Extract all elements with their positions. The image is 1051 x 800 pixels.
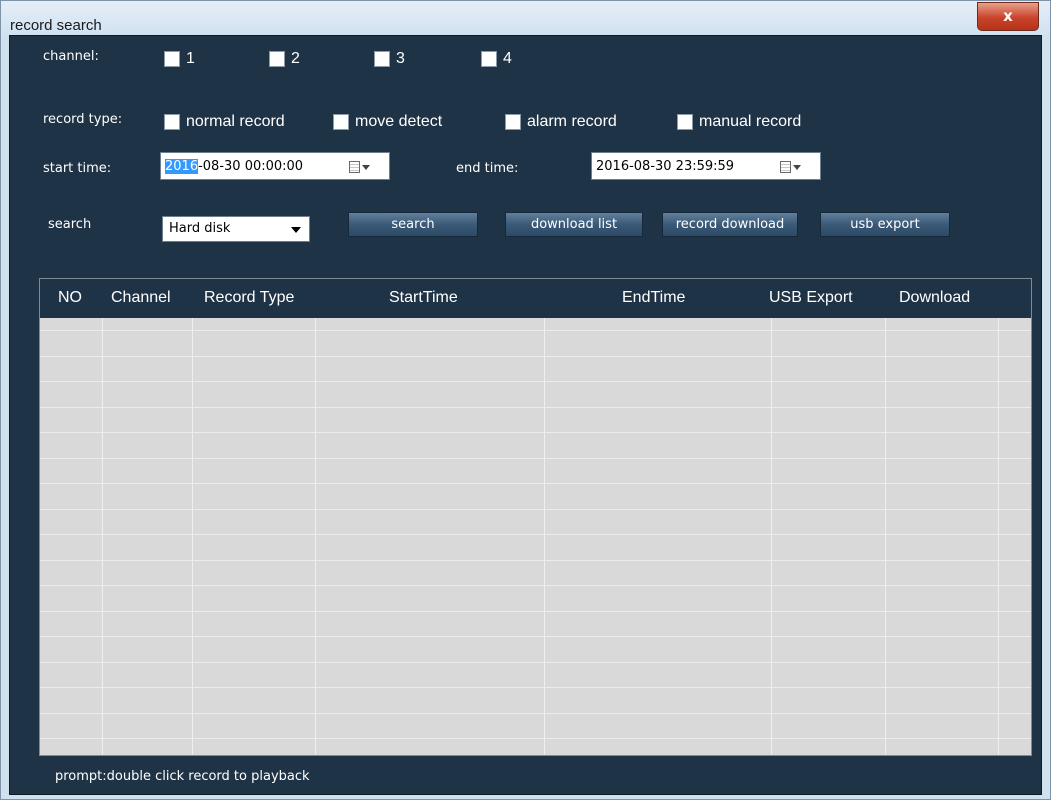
column-header-no[interactable]: NO xyxy=(58,289,82,307)
record-search-window: record search x channel: 1 2 3 4 record … xyxy=(0,0,1051,800)
search-source-value: Hard disk xyxy=(169,221,231,236)
close-button[interactable]: x xyxy=(977,2,1039,31)
chevron-down-icon xyxy=(291,227,301,233)
usb-export-button[interactable]: usb export xyxy=(820,212,950,237)
table-row-divider xyxy=(40,509,1031,510)
normal-record-checkbox[interactable]: normal record xyxy=(164,113,285,131)
end-time-picker[interactable]: 2016-08-30 23:59:59 xyxy=(591,152,821,180)
table-column-divider xyxy=(771,318,772,755)
table-row-divider xyxy=(40,560,1031,561)
calendar-dropdown-icon[interactable] xyxy=(349,159,371,175)
start-time-label: start time: xyxy=(43,161,112,176)
checkbox-box xyxy=(333,114,349,130)
checkbox-box xyxy=(481,51,497,67)
channel-2-checkbox[interactable]: 2 xyxy=(269,50,300,68)
checkbox-label: 4 xyxy=(503,50,512,67)
table-row-divider xyxy=(40,330,1031,331)
checkbox-box xyxy=(677,114,693,130)
checkbox-box xyxy=(505,114,521,130)
table-header: NO Channel Record Type StartTime EndTime… xyxy=(40,279,1031,318)
move-detect-checkbox[interactable]: move detect xyxy=(333,113,442,131)
search-label: search xyxy=(48,217,92,232)
record-download-button[interactable]: record download xyxy=(662,212,798,237)
table-row-divider xyxy=(40,585,1031,586)
manual-record-checkbox[interactable]: manual record xyxy=(677,113,801,131)
checkbox-box xyxy=(164,51,180,67)
column-header-end-time[interactable]: EndTime xyxy=(622,289,685,307)
checkbox-label: manual record xyxy=(699,113,802,130)
table-row-divider xyxy=(40,738,1031,739)
table-row-divider xyxy=(40,662,1031,663)
column-header-start-time[interactable]: StartTime xyxy=(389,289,458,307)
table-row-divider xyxy=(40,636,1031,637)
channel-label: channel: xyxy=(43,49,99,64)
table-row-divider xyxy=(40,611,1031,612)
table-row-divider xyxy=(40,483,1031,484)
table-row-divider xyxy=(40,356,1031,357)
main-panel: channel: 1 2 3 4 record type: normal rec… xyxy=(9,35,1042,795)
checkbox-label: normal record xyxy=(186,113,285,130)
column-header-download[interactable]: Download xyxy=(899,289,970,307)
table-row-divider xyxy=(40,687,1031,688)
table-column-divider xyxy=(192,318,193,755)
calendar-dropdown-icon[interactable] xyxy=(780,159,802,175)
search-button[interactable]: search xyxy=(348,212,478,237)
table-column-divider xyxy=(885,318,886,755)
column-header-channel[interactable]: Channel xyxy=(111,289,171,307)
table-row-divider xyxy=(40,432,1031,433)
alarm-record-checkbox[interactable]: alarm record xyxy=(505,113,617,131)
start-time-rest: -08-30 00:00:00 xyxy=(198,158,304,174)
channel-1-checkbox[interactable]: 1 xyxy=(164,50,195,68)
column-header-record-type[interactable]: Record Type xyxy=(204,289,294,307)
channel-3-checkbox[interactable]: 3 xyxy=(374,50,405,68)
record-type-label: record type: xyxy=(43,112,123,127)
checkbox-box xyxy=(164,114,180,130)
checkbox-box xyxy=(374,51,390,67)
table-column-divider xyxy=(544,318,545,755)
prompt-text: prompt:double click record to playback xyxy=(55,769,310,784)
start-time-picker[interactable]: 2016 -08-30 00:00:00 xyxy=(160,152,390,180)
end-time-label: end time: xyxy=(456,161,519,176)
checkbox-label: 3 xyxy=(396,50,405,67)
title-bar: record search x xyxy=(1,1,1050,35)
window-title: record search xyxy=(10,17,102,34)
table-row-divider xyxy=(40,713,1031,714)
table-column-divider xyxy=(998,318,999,755)
records-table[interactable]: NO Channel Record Type StartTime EndTime… xyxy=(39,278,1032,756)
search-source-select[interactable]: Hard disk xyxy=(162,216,310,242)
column-header-usb-export[interactable]: USB Export xyxy=(769,289,853,307)
table-column-divider xyxy=(315,318,316,755)
checkbox-label: 2 xyxy=(291,50,300,67)
channel-4-checkbox[interactable]: 4 xyxy=(481,50,512,68)
table-column-divider xyxy=(102,318,103,755)
checkbox-label: 1 xyxy=(186,50,195,67)
end-time-value: 2016-08-30 23:59:59 xyxy=(596,158,735,174)
checkbox-box xyxy=(269,51,285,67)
checkbox-label: move detect xyxy=(355,113,443,130)
table-row-divider xyxy=(40,407,1031,408)
download-list-button[interactable]: download list xyxy=(505,212,643,237)
table-row-divider xyxy=(40,458,1031,459)
start-time-year-selected: 2016 xyxy=(165,158,199,174)
table-row-divider xyxy=(40,381,1031,382)
checkbox-label: alarm record xyxy=(527,113,617,130)
table-row-divider xyxy=(40,534,1031,535)
